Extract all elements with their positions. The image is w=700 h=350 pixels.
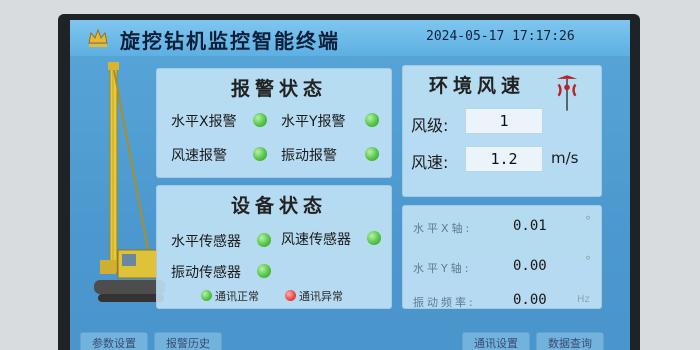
vibration-freq-unit: Hz — [577, 294, 590, 305]
wind-vane-icon — [556, 75, 578, 111]
level-y-unit: ° — [585, 254, 591, 268]
alarm-panel-title: 报警状态 — [231, 78, 328, 100]
alarm-vibration-label: 振动报警 — [281, 148, 337, 164]
vibration-sensor-indicator — [257, 264, 271, 278]
level-sensor-label: 水平传感器 — [171, 234, 241, 250]
level-x-value: 0.01 — [513, 218, 547, 234]
hmi-screen: 旋挖钻机监控智能终端 2024-05-17 17:17:26 报警状态 水平X报… — [70, 20, 630, 350]
wind-level-value: 1 — [465, 108, 543, 134]
wind-speed-panel: 环境风速 风级: 1 风速: 1.2 m/s — [402, 65, 602, 197]
level-y-label: 水平Y轴: — [413, 262, 472, 275]
alarm-wind-label: 风速报警 — [171, 148, 227, 164]
wind-speed-value: 1.2 — [465, 146, 543, 172]
legend-error-label: 通讯异常 — [299, 290, 343, 303]
wind-level-label: 风级: — [411, 116, 449, 135]
vibration-freq-value: 0.00 — [513, 292, 547, 308]
page-title: 旋挖钻机监控智能终端 — [120, 29, 340, 53]
alarm-history-button[interactable]: 报警历史 — [154, 332, 222, 350]
crown-logo-icon — [88, 28, 108, 47]
wind-sensor-indicator — [367, 231, 381, 245]
vibration-freq-label: 振动频率: — [413, 296, 476, 309]
alarm-wind-indicator — [253, 147, 267, 161]
level-y-value: 0.00 — [513, 258, 547, 274]
vibration-sensor-label: 振动传感器 — [171, 265, 241, 281]
legend-normal-label: 通讯正常 — [215, 290, 259, 303]
alarm-y-indicator — [365, 113, 379, 127]
param-settings-button[interactable]: 参数设置 — [80, 332, 148, 350]
sensor-readings-panel: 水平X轴: 0.01 ° 水平Y轴: 0.00 ° 振动频率: 0.00 Hz — [402, 205, 602, 309]
comm-settings-button[interactable]: 通讯设置 — [462, 332, 530, 350]
device-panel-title: 设备状态 — [231, 195, 328, 217]
wind-speed-unit: m/s — [551, 149, 579, 167]
alarm-y-label: 水平Y报警 — [281, 114, 346, 130]
alarm-x-indicator — [253, 113, 267, 127]
level-sensor-indicator — [257, 233, 271, 247]
wind-sensor-label: 风速传感器 — [281, 232, 351, 248]
drilling-rig-image — [94, 62, 165, 302]
alarm-x-label: 水平X报警 — [171, 114, 237, 130]
data-query-button[interactable]: 数据查询 — [536, 332, 604, 350]
legend-normal-indicator — [201, 290, 212, 301]
alarm-status-panel: 报警状态 水平X报警 水平Y报警 风速报警 振动报警 — [156, 68, 392, 178]
legend-error-indicator — [285, 290, 296, 301]
device-status-panel: 设备状态 水平传感器 风速传感器 振动传感器 通讯正常 通讯异常 — [156, 185, 392, 309]
datetime-display: 2024-05-17 17:17:26 — [426, 29, 575, 44]
level-x-label: 水平X轴: — [413, 222, 473, 235]
alarm-vibration-indicator — [365, 147, 379, 161]
header-bar: 旋挖钻机监控智能终端 2024-05-17 17:17:26 — [70, 20, 630, 56]
level-x-unit: ° — [585, 214, 591, 228]
wind-speed-label: 风速: — [411, 153, 449, 172]
wind-panel-title: 环境风速 — [429, 75, 526, 97]
